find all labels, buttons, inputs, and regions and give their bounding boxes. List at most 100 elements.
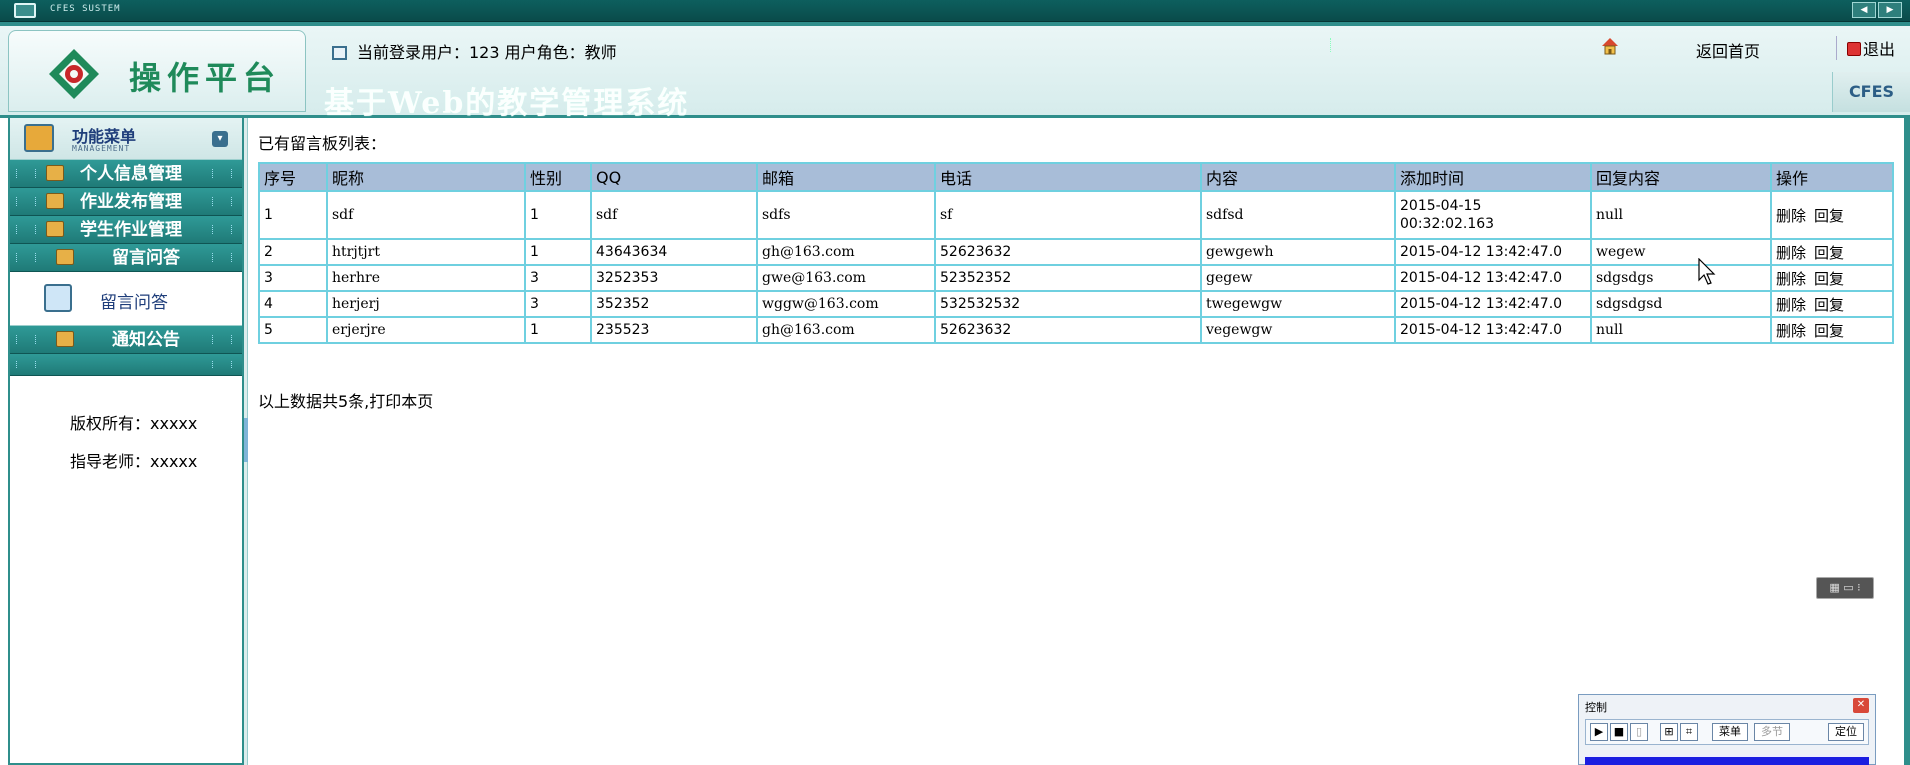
- col-time: 添加时间: [1394, 162, 1592, 192]
- grip-icon: [212, 197, 232, 206]
- home-icon[interactable]: [1600, 36, 1620, 56]
- sidebar-item-student-homework[interactable]: 学生作业管理: [10, 216, 242, 244]
- cell-nickname: herjerj: [326, 290, 526, 318]
- col-gender: 性别: [524, 162, 592, 192]
- reply-link[interactable]: 回复: [1814, 296, 1844, 314]
- time-date: 2015-04-15: [1400, 198, 1482, 214]
- stop-icon[interactable]: ■: [1610, 723, 1628, 741]
- table-row: 2 htrjtjrt 1 43643634 gh@163.com 5262363…: [258, 238, 1894, 266]
- col-no: 序号: [258, 162, 328, 192]
- play-icon[interactable]: ▶: [1590, 723, 1608, 741]
- submenu-messages[interactable]: 留言问答: [10, 272, 242, 326]
- system-name: CFES SUSTEM: [50, 4, 121, 14]
- cell-qq: 3252353: [590, 264, 758, 292]
- cell-email: gh@163.com: [756, 316, 936, 344]
- cell-phone: 52352352: [934, 264, 1202, 292]
- expand-icon[interactable]: ⌗: [1680, 723, 1698, 741]
- cell-no: 2: [258, 238, 328, 266]
- system-titlebar: CFES SUSTEM ◀ ▶: [0, 0, 1910, 22]
- cell-reply: null: [1590, 190, 1772, 240]
- sidebar-item-personal-info[interactable]: 个人信息管理: [10, 160, 242, 188]
- col-phone: 电话: [934, 162, 1202, 192]
- delete-link[interactable]: 删除: [1776, 270, 1806, 288]
- cell-content: gewgewh: [1200, 238, 1396, 266]
- cell-gender: 1: [524, 238, 592, 266]
- scroll-left-icon[interactable]: ◀: [1852, 2, 1876, 18]
- logo-text: 操作平台: [129, 59, 282, 97]
- splitter-handle[interactable]: [244, 418, 248, 462]
- cell-nickname: sdf: [326, 190, 526, 240]
- locate-button[interactable]: 定位: [1828, 723, 1864, 741]
- cell-phone: sf: [934, 190, 1202, 240]
- step-icon[interactable]: ▯: [1630, 723, 1648, 741]
- close-icon[interactable]: ✕: [1853, 698, 1869, 713]
- exit-button[interactable]: 退出: [1836, 36, 1895, 60]
- cell-email: gh@163.com: [756, 238, 936, 266]
- sidebar-item-label: 留言问答: [112, 248, 180, 268]
- multi-section-button[interactable]: 多节: [1754, 723, 1790, 741]
- cell-time: 2015-04-12 13:42:47.0: [1394, 316, 1592, 344]
- header-grip: [1330, 38, 1352, 52]
- folder-icon: [46, 221, 64, 237]
- delete-link[interactable]: 删除: [1776, 244, 1806, 262]
- fit-icon[interactable]: ⊞: [1660, 723, 1678, 741]
- timeline-strip[interactable]: [1585, 755, 1869, 765]
- user-info: 当前登录用户：123 用户角色：教师: [332, 39, 617, 63]
- grip-icon: [16, 197, 36, 206]
- col-actions: 操作: [1770, 162, 1894, 192]
- cell-phone: 532532532: [934, 290, 1202, 318]
- folder-icon: [56, 249, 74, 265]
- grip-icon: [212, 253, 232, 262]
- cell-gender: 3: [524, 290, 592, 318]
- cell-actions: 删除 回复: [1770, 264, 1894, 292]
- sidebar-item-homework-publish[interactable]: 作业发布管理: [10, 188, 242, 216]
- grip-icon: [212, 225, 232, 234]
- cell-content: gegew: [1200, 264, 1396, 292]
- control-toolbar: ▶ ■ ▯ ⊞ ⌗ 菜单 多节 定位: [1585, 719, 1869, 745]
- reply-link[interactable]: 回复: [1814, 244, 1844, 262]
- grip-icon: [16, 335, 36, 344]
- table-row: 5 erjerjre 1 235523 gh@163.com 52623632 …: [258, 316, 1894, 344]
- ime-toolbar-icon[interactable]: ▦ ▭ ⁝: [1816, 577, 1874, 599]
- summary-text[interactable]: 以上数据共5条,打印本页: [258, 388, 433, 412]
- delete-link[interactable]: 删除: [1776, 322, 1806, 340]
- table-header-row: 序号 昵称 性别 QQ 邮箱 电话 内容 添加时间 回复内容 操作: [258, 162, 1894, 192]
- cell-nickname: htrjtjrt: [326, 238, 526, 266]
- home-link[interactable]: 返回首页: [1696, 38, 1760, 62]
- sidebar-item-label: 学生作业管理: [80, 220, 182, 240]
- menu-button[interactable]: 菜单: [1712, 723, 1748, 741]
- cell-content: vegewgw: [1200, 316, 1396, 344]
- main-content: 已有留言板列表： 序号 昵称 性别 QQ 邮箱 电话 内容 添加时间 回复内容 …: [252, 118, 1902, 765]
- folder-icon: [46, 165, 64, 181]
- advisor-text: 指导老师：xxxxx: [70, 452, 198, 471]
- menu-footer-bar: [10, 354, 242, 376]
- folder-icon: [46, 193, 64, 209]
- sidebar-item-notices[interactable]: 通知公告: [10, 326, 242, 354]
- table-row: 4 herjerj 3 352352 wggw@163.com 53253253…: [258, 290, 1894, 318]
- reply-link[interactable]: 回复: [1814, 322, 1844, 340]
- col-nickname: 昵称: [326, 162, 526, 192]
- menu-subtitle: MANAGEMENT: [72, 144, 131, 153]
- cell-time: 2015-04-15 00:32:02.163: [1394, 190, 1592, 240]
- control-panel-title: 控制: [1585, 701, 1607, 714]
- document-icon: [332, 46, 347, 60]
- cell-reply: wegew: [1590, 238, 1772, 266]
- sidebar-item-messages[interactable]: 留言问答: [10, 244, 242, 272]
- cell-qq: 352352: [590, 290, 758, 318]
- sidebar-item-label: 通知公告: [112, 330, 180, 350]
- message-board-icon: [44, 284, 72, 312]
- sidebar: 功能菜单 MANAGEMENT ▾ 个人信息管理 作业发布管理 学生作业管理 留…: [8, 118, 244, 765]
- delete-link[interactable]: 删除: [1776, 207, 1806, 225]
- scroll-right-icon[interactable]: ▶: [1878, 2, 1902, 18]
- cell-email: sdfs: [756, 190, 936, 240]
- reply-link[interactable]: 回复: [1814, 207, 1844, 225]
- cell-no: 3: [258, 264, 328, 292]
- reply-link[interactable]: 回复: [1814, 270, 1844, 288]
- delete-link[interactable]: 删除: [1776, 296, 1806, 314]
- table-row: 1 sdf 1 sdf sdfs sf sdfsd 2015-04-15 00:3…: [258, 190, 1894, 240]
- collapse-icon[interactable]: ▾: [212, 131, 228, 147]
- cell-nickname: herhre: [326, 264, 526, 292]
- sidebar-splitter[interactable]: [244, 118, 248, 765]
- cell-content: twegewgw: [1200, 290, 1396, 318]
- cell-content: sdfsd: [1200, 190, 1396, 240]
